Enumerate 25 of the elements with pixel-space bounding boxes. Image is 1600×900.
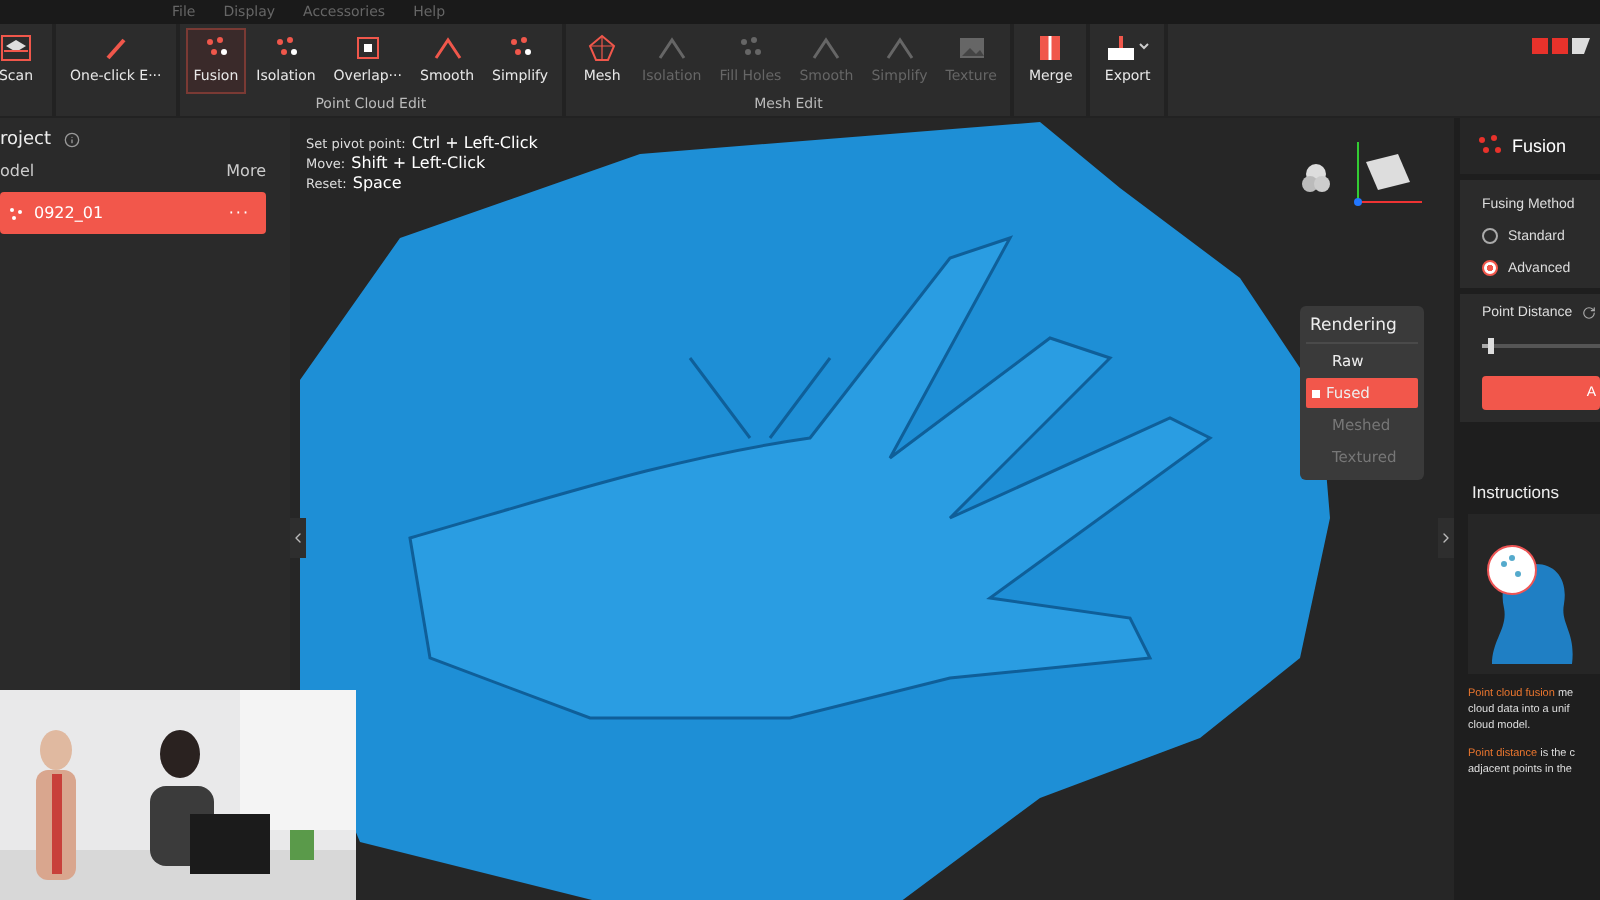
more-link[interactable]: More bbox=[226, 162, 266, 180]
export-icon bbox=[1105, 34, 1150, 62]
more-menu[interactable]: ··· bbox=[228, 204, 250, 222]
chevron-right-icon bbox=[1438, 530, 1454, 546]
project-item[interactable]: 0922_01 ··· bbox=[0, 192, 266, 234]
dots-icon bbox=[8, 205, 24, 221]
scanner-icon bbox=[0, 34, 32, 62]
radio-button[interactable] bbox=[1482, 228, 1498, 244]
curve-icon bbox=[431, 34, 463, 62]
radio-button[interactable] bbox=[1482, 260, 1498, 276]
reset-icon[interactable] bbox=[1582, 306, 1597, 320]
mesh-icon bbox=[586, 34, 619, 62]
overlap-icon bbox=[351, 34, 384, 62]
project-name: 0922_01 bbox=[34, 204, 106, 222]
dots-icon bbox=[1476, 134, 1504, 158]
curve-icon bbox=[810, 34, 843, 62]
info-icon[interactable] bbox=[63, 132, 80, 148]
section-title: Instructions bbox=[1472, 482, 1561, 502]
slider-thumb[interactable] bbox=[1488, 338, 1494, 354]
collapse-right-button[interactable] bbox=[1438, 518, 1454, 558]
column-label: odel bbox=[0, 162, 35, 180]
panel-title: Fusion bbox=[1512, 136, 1567, 156]
image-icon bbox=[955, 34, 988, 62]
logo-icon bbox=[1532, 36, 1592, 56]
panel-title: roject bbox=[0, 130, 52, 150]
